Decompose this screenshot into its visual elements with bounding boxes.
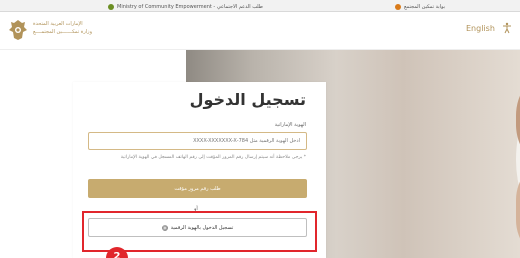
browser-tab-ministry[interactable]: Ministry of Community Empowerment - طلب … bbox=[108, 2, 263, 11]
tab-favicon-icon bbox=[395, 3, 401, 10]
uae-emblem-icon bbox=[9, 20, 27, 40]
browser-tab-strip: Ministry of Community Empowerment - طلب … bbox=[0, 0, 520, 12]
otp-note: * يرجى ملاحظة أنه سيتم إرسال رقم المرور … bbox=[120, 155, 306, 160]
emirates-id-label: الهوية الإماراتية bbox=[274, 122, 306, 128]
browser-tab-label: بوابة تمكين المجتمع bbox=[404, 3, 446, 10]
ministry-name: الإمارات العربية المتحدة وزارة تمكــــــ… bbox=[33, 20, 113, 36]
browser-tab-label: Ministry of Community Empowerment - طلب … bbox=[117, 3, 263, 10]
accessibility-icon[interactable] bbox=[501, 22, 513, 34]
tab-favicon-icon bbox=[108, 3, 114, 10]
instruction-highlight-box bbox=[82, 211, 317, 252]
browser-tab-portal[interactable]: بوابة تمكين المجتمع bbox=[395, 2, 445, 11]
login-title: تسجيل الدخول bbox=[189, 90, 306, 109]
ministry-name-line2: وزارة تمكـــــــين المجتمــــع bbox=[33, 29, 92, 35]
ministry-name-line1: الإمارات العربية المتحدة bbox=[33, 21, 83, 27]
emirates-id-input[interactable] bbox=[88, 132, 307, 150]
language-switch-link[interactable]: English bbox=[466, 24, 495, 33]
request-otp-button[interactable]: طلب رقم مرور مؤقت bbox=[88, 179, 307, 198]
site-header: الإمارات العربية المتحدة وزارة تمكــــــ… bbox=[0, 12, 520, 50]
